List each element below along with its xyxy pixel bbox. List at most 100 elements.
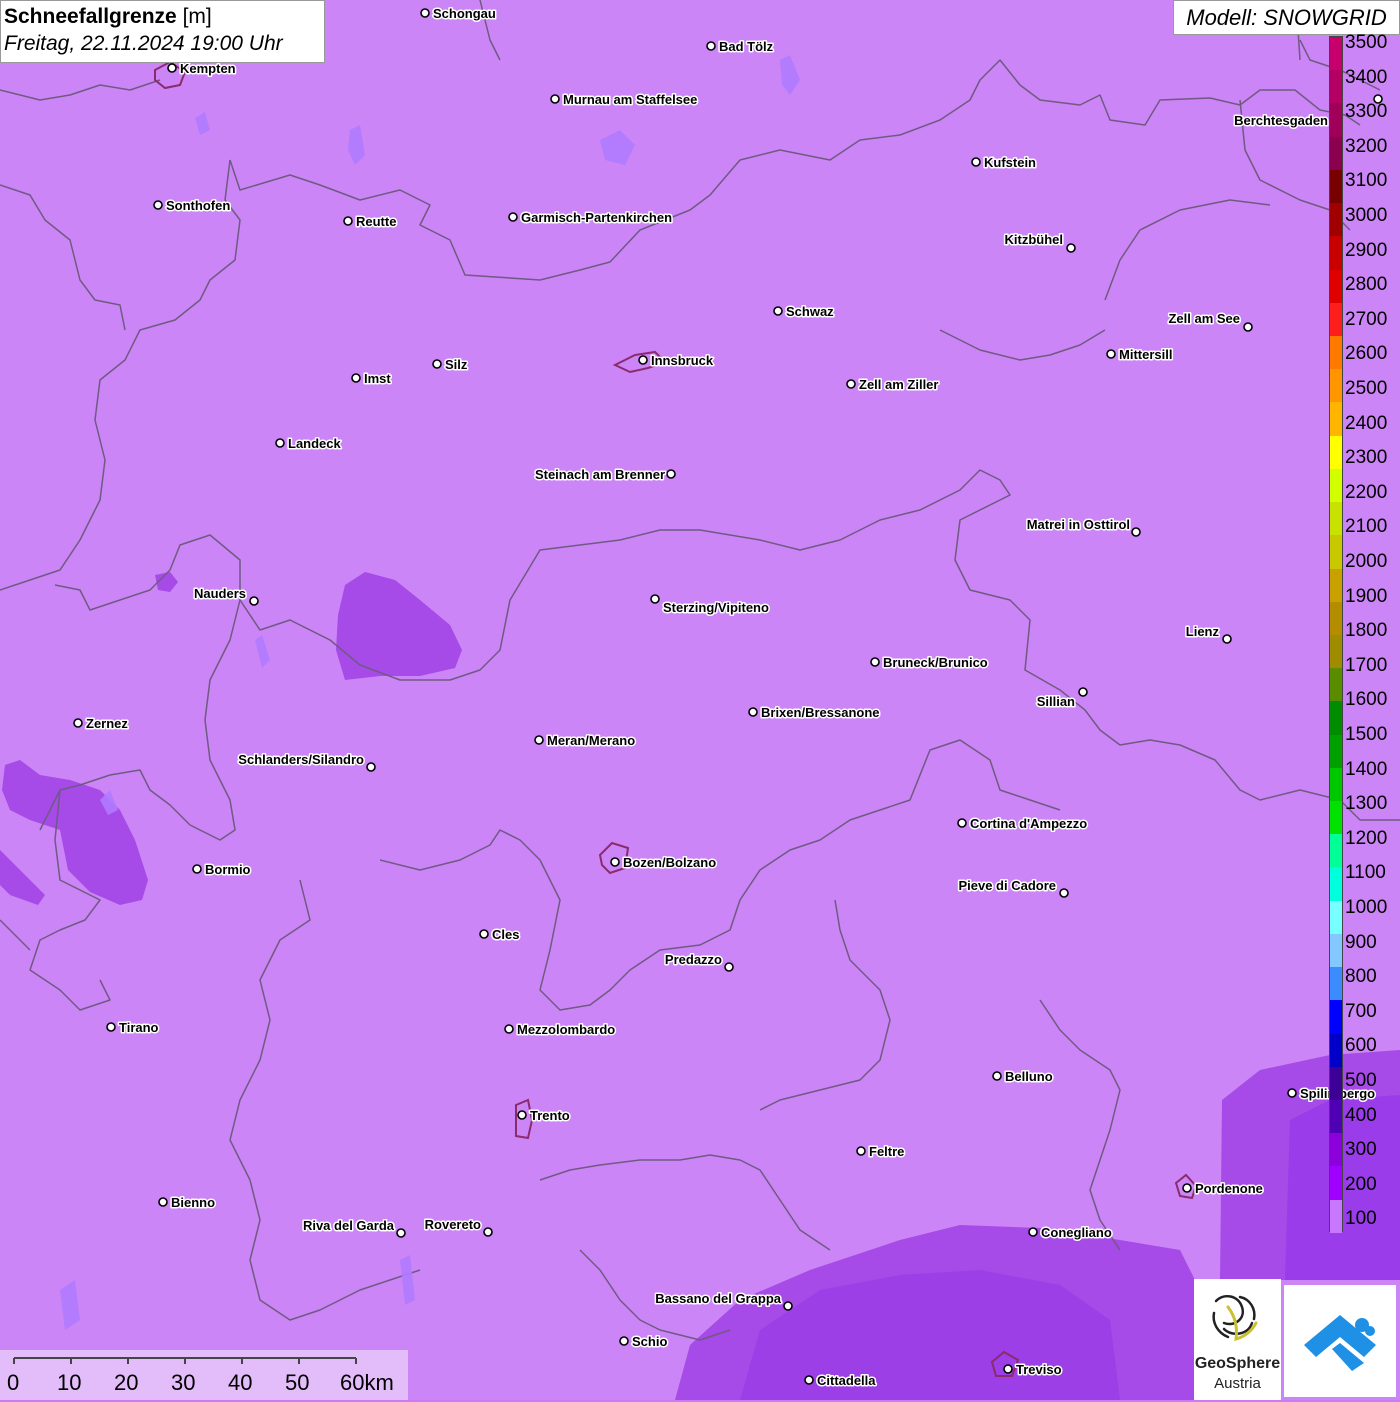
city-dot-icon bbox=[650, 594, 660, 604]
city-label: Berchtesgaden bbox=[1234, 113, 1328, 128]
city-dot-icon bbox=[856, 1146, 866, 1156]
legend-swatch bbox=[1330, 1199, 1342, 1233]
city-label: Bienno bbox=[171, 1195, 215, 1210]
city-marker[interactable]: Meran/Merano bbox=[534, 732, 637, 750]
city-marker[interactable]: Sonthofen bbox=[153, 197, 232, 215]
city-dot-icon bbox=[748, 707, 758, 717]
legend-label: 500 bbox=[1345, 1070, 1377, 1091]
city-marker[interactable]: Bozen/Bolzano bbox=[610, 854, 718, 872]
city-dot-icon bbox=[1131, 527, 1141, 537]
city-label: Bormio bbox=[205, 862, 251, 877]
city-dot-icon bbox=[1287, 1088, 1297, 1098]
city-dot-icon bbox=[706, 41, 716, 51]
city-marker[interactable]: Murnau am Staffelsee bbox=[550, 91, 699, 109]
legend-label: 600 bbox=[1345, 1035, 1377, 1057]
city-marker[interactable]: Steinach am Brenner bbox=[533, 466, 676, 484]
city-marker[interactable]: Mezzolombardo bbox=[504, 1021, 617, 1039]
legend-label: 1600 bbox=[1345, 689, 1388, 711]
legend-label: 900 bbox=[1345, 931, 1377, 953]
city-label: Treviso bbox=[1016, 1362, 1062, 1377]
city-dot-icon bbox=[275, 438, 285, 448]
legend-label: 2500 bbox=[1345, 378, 1388, 399]
city-dot-icon bbox=[479, 929, 489, 939]
city-dot-icon bbox=[153, 200, 163, 210]
city-label: Reutte bbox=[356, 214, 396, 229]
city-label: Kempten bbox=[180, 61, 236, 76]
city-dot-icon bbox=[483, 1227, 493, 1237]
legend-swatch bbox=[1330, 302, 1342, 336]
legend-swatch bbox=[1330, 535, 1342, 569]
color-legend bbox=[1329, 36, 1343, 1233]
city-dot-icon bbox=[846, 379, 856, 389]
legend-label: 800 bbox=[1345, 966, 1377, 988]
variable-name: Schneefallgrenze bbox=[4, 5, 177, 28]
city-marker[interactable]: Garmisch-Partenkirchen bbox=[508, 209, 674, 227]
city-marker[interactable]: Bruneck/Brunico bbox=[870, 654, 989, 672]
city-marker[interactable]: Cortina d'Ampezzo bbox=[957, 815, 1089, 833]
legend-swatch bbox=[1330, 335, 1342, 370]
legend-label: 2700 bbox=[1345, 308, 1388, 330]
city-label: Lienz bbox=[1186, 624, 1220, 639]
legend-swatch bbox=[1330, 435, 1342, 469]
city-label: Zell am See bbox=[1168, 311, 1240, 326]
city-dot-icon bbox=[870, 657, 880, 667]
legend-label: 3200 bbox=[1345, 135, 1388, 157]
city-label: Schio bbox=[632, 1334, 667, 1349]
city-label: Conegliano bbox=[1041, 1225, 1112, 1240]
city-dot-icon bbox=[783, 1301, 793, 1311]
legend-swatch bbox=[1330, 734, 1342, 768]
legend-swatch bbox=[1330, 1000, 1342, 1034]
city-dot-icon bbox=[343, 216, 353, 226]
legend-swatch bbox=[1330, 103, 1342, 137]
legend-label: 2900 bbox=[1345, 239, 1388, 261]
city-marker[interactable]: Schongau bbox=[420, 5, 497, 23]
city-label: Meran/Merano bbox=[547, 733, 635, 748]
legend-swatch bbox=[1330, 801, 1342, 835]
city-label: Cortina d'Ampezzo bbox=[970, 816, 1087, 831]
city-dot-icon bbox=[351, 373, 361, 383]
legend-label: 1400 bbox=[1345, 758, 1388, 780]
city-label: Steinach am Brenner bbox=[535, 467, 665, 482]
legend-label: 3300 bbox=[1345, 101, 1388, 123]
city-label: Pieve di Cadore bbox=[958, 878, 1056, 893]
city-label: Bruneck/Brunico bbox=[883, 655, 988, 670]
city-label: Imst bbox=[364, 371, 391, 386]
city-dot-icon bbox=[957, 818, 967, 828]
legend-label: 2200 bbox=[1345, 481, 1388, 503]
map-canvas[interactable]: Schongau Bad Tölz Kempten Murnau am Staffel… bbox=[0, 0, 1400, 1400]
city-dot-icon bbox=[992, 1071, 1002, 1081]
legend-label: 400 bbox=[1345, 1104, 1377, 1126]
legend-label: 700 bbox=[1345, 1000, 1377, 1022]
model-label: Modell: SNOWGRID bbox=[1173, 0, 1400, 35]
legend-label: 300 bbox=[1345, 1139, 1377, 1161]
city-label: Predazzo bbox=[665, 952, 722, 967]
scale-label: 0 bbox=[7, 1370, 20, 1395]
geosphere-logo[interactable]: GeoSphere Austria bbox=[1194, 1279, 1281, 1400]
legend-swatch bbox=[1330, 269, 1342, 303]
city-dot-icon bbox=[1028, 1227, 1038, 1237]
legend-swatch bbox=[1330, 502, 1342, 536]
snowgrid-logo[interactable] bbox=[1284, 1285, 1396, 1397]
geosphere-name-line1: GeoSphere bbox=[1194, 1355, 1281, 1372]
map-title: Schneefallgrenze [m] bbox=[4, 4, 324, 30]
city-marker[interactable]: Brixen/Bressanone bbox=[748, 704, 881, 722]
city-marker[interactable]: Pordenone bbox=[1182, 1180, 1264, 1198]
city-label: Schongau bbox=[433, 6, 496, 21]
city-label: Schwaz bbox=[786, 304, 834, 319]
legend-label: 3000 bbox=[1345, 205, 1388, 226]
city-label: Kufstein bbox=[984, 155, 1036, 170]
legend-swatch bbox=[1330, 1133, 1342, 1167]
legend-swatch bbox=[1330, 468, 1342, 503]
legend-label: 2000 bbox=[1345, 551, 1388, 572]
legend-label: 100 bbox=[1345, 1208, 1377, 1230]
city-marker[interactable]: Innsbruck bbox=[638, 352, 715, 370]
legend-label: 1000 bbox=[1345, 897, 1388, 918]
city-dot-icon bbox=[724, 962, 734, 972]
city-dot-icon bbox=[366, 762, 376, 772]
city-marker[interactable]: Zell am Ziller bbox=[846, 376, 940, 394]
legend-label: 1800 bbox=[1345, 620, 1388, 642]
legend-swatch bbox=[1330, 70, 1342, 104]
city-marker[interactable]: Conegliano bbox=[1028, 1224, 1113, 1242]
legend-swatch bbox=[1330, 634, 1342, 669]
legend-label: 200 bbox=[1345, 1173, 1377, 1195]
